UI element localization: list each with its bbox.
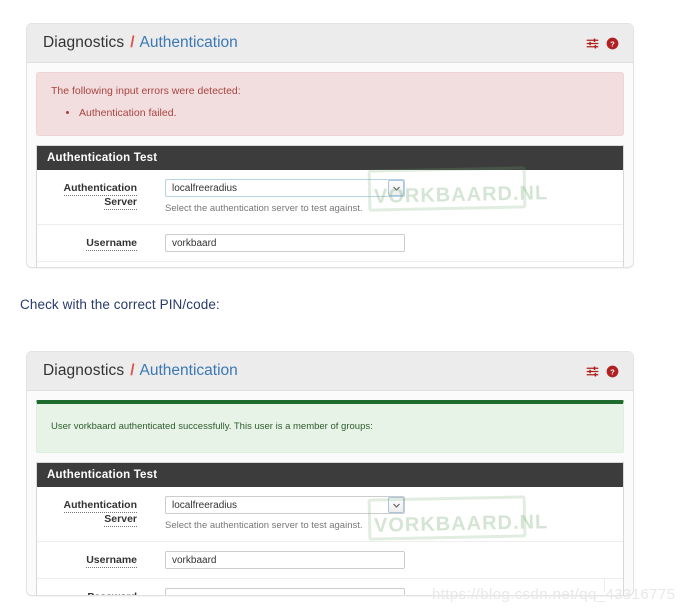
section-title: Authentication Test [37,146,623,170]
breadcrumb-separator: / [130,362,135,379]
authentication-test-section: Authentication Test Authentication Serve… [36,145,624,267]
sliders-icon[interactable] [586,365,599,378]
username-input[interactable]: vorkbaard [165,551,405,569]
password-input[interactable]: •••••••••• [165,588,405,595]
field-row-username: Username vorkbaard [37,225,623,262]
password-value: •••••••••• [172,592,219,595]
field-row-password: Password •••••••••• [37,262,623,267]
error-alert: The following input errors were detected… [36,72,624,136]
chevron-down-icon[interactable] [388,497,404,513]
header-icon-group: ? [586,37,619,50]
authentication-test-section: Authentication Test Authentication Serve… [36,462,624,595]
sliders-icon[interactable] [586,37,599,50]
field-row-authentication-server: Authentication Server localfreeradius Se… [37,170,623,225]
field-row-username: Username vorkbaard [37,542,623,579]
username-input[interactable]: vorkbaard [165,234,405,252]
chevron-down-icon[interactable] [388,180,404,196]
label-authentication-server: Authentication Server [63,499,137,527]
success-alert-title: User vorkbaard authenticated successfull… [51,421,373,432]
label-authentication-server: Authentication Server [63,182,137,210]
field-row-password: Password •••••••••• [37,579,623,595]
header-icon-group: ? [586,365,619,378]
error-alert-item: Authentication failed. [79,106,609,121]
panel-authentication-failed: Diagnostics / Authentication ? The follo… [26,23,634,268]
section-caption: Check with the correct PIN/code: [20,297,220,312]
svg-text:?: ? [610,39,615,48]
help-circle-icon[interactable]: ? [606,365,619,378]
section-title: Authentication Test [37,463,623,487]
breadcrumb-separator: / [130,34,135,51]
success-alert: User vorkbaard authenticated successfull… [36,400,624,453]
error-alert-title: The following input errors were detected… [51,85,241,97]
label-password: Password [37,588,137,595]
error-alert-list: Authentication failed. [51,106,609,121]
svg-text:?: ? [610,367,615,376]
authentication-server-select[interactable]: localfreeradius [165,179,405,197]
authentication-server-select[interactable]: localfreeradius [165,496,405,514]
username-value: vorkbaard [172,237,217,249]
panel-authentication-success: Diagnostics / Authentication ? User vork… [26,351,634,596]
authentication-server-value: localfreeradius [172,182,238,194]
breadcrumb-current[interactable]: Authentication [140,362,238,380]
authentication-server-value: localfreeradius [172,499,238,511]
authentication-server-help: Select the authentication server to test… [165,203,363,214]
label-username: Username [86,554,137,568]
field-row-authentication-server: Authentication Server localfreeradius Se… [37,487,623,542]
screenshot-root: Diagnostics / Authentication ? The follo… [0,0,691,616]
panel-header: Diagnostics / Authentication ? [27,352,633,391]
breadcrumb-root[interactable]: Diagnostics [43,34,124,52]
help-circle-icon[interactable]: ? [606,37,619,50]
authentication-server-help: Select the authentication server to test… [165,520,363,531]
breadcrumb-current[interactable]: Authentication [140,34,238,52]
panel-header: Diagnostics / Authentication ? [27,24,633,63]
username-value: vorkbaard [172,554,217,566]
breadcrumb-root[interactable]: Diagnostics [43,362,124,380]
label-username: Username [86,237,137,251]
